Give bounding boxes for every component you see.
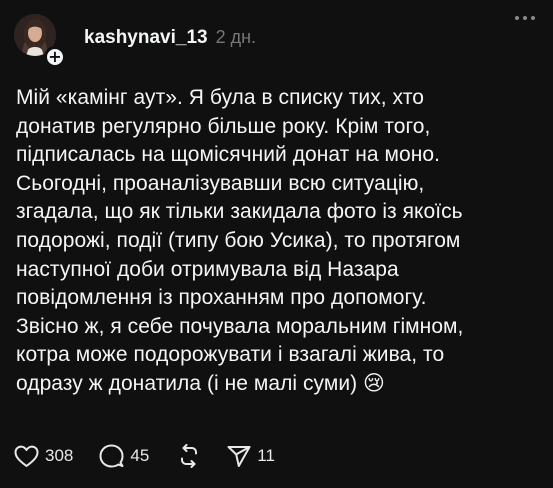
post-line: наступної доби отримувала від Назара <box>16 257 399 281</box>
post-line: котра може подорожувати і взагалі жива, … <box>16 343 445 367</box>
more-dot <box>515 16 519 20</box>
post-header: kashynavi_13 2 дн. <box>84 27 256 49</box>
like-count: 308 <box>45 446 74 465</box>
post-body: Мій «камінг аут». Я була в списку тих, х… <box>16 84 541 399</box>
repost-icon <box>181 444 198 468</box>
reply-button[interactable]: 45 <box>99 444 149 468</box>
post-line: Звісно ж, я себе почувала моральним гімн… <box>16 314 464 338</box>
repost-button[interactable] <box>177 444 201 468</box>
post-line: Сьогодні, проаналізувавши всю ситуацію, <box>16 171 425 195</box>
follow-button[interactable]: + <box>44 46 66 68</box>
like-button[interactable]: 308 <box>14 445 73 468</box>
username-link[interactable]: kashynavi_13 <box>84 27 208 49</box>
post-line: повідомлення із проханням про допомогу. <box>16 286 427 310</box>
plus-icon: + <box>48 47 62 66</box>
post-line: Мій «камінг аут». Я була в списку тих, х… <box>16 86 425 109</box>
post-line: подорожі, події (типу бою Усика), то про… <box>16 228 461 252</box>
action-bar: 308 45 11 <box>14 443 275 469</box>
post-timestamp[interactable]: 2 дн. <box>216 27 256 48</box>
post-line: підписалась на щомісячний донат на моно. <box>16 143 440 167</box>
post-line: одразу ж донатила (і не малі суми) 😢 <box>16 371 385 395</box>
comment-icon <box>99 444 124 468</box>
reply-count: 45 <box>130 446 150 465</box>
post-line: згадала, що як тільки закидала фото із я… <box>16 200 463 224</box>
thread-post: + kashynavi_13 2 дн. Мій «камінг аут». Я… <box>0 0 553 488</box>
more-dot <box>531 16 535 20</box>
heart-icon <box>14 445 39 467</box>
avatar-container[interactable]: + <box>14 14 66 68</box>
share-count: 11 <box>257 446 275 465</box>
more-icon[interactable] <box>515 16 535 20</box>
more-dot <box>523 16 527 20</box>
send-icon <box>227 445 251 467</box>
post-line: донатив регулярно більше року. Крім того… <box>16 114 431 138</box>
share-button[interactable]: 11 <box>227 445 275 468</box>
